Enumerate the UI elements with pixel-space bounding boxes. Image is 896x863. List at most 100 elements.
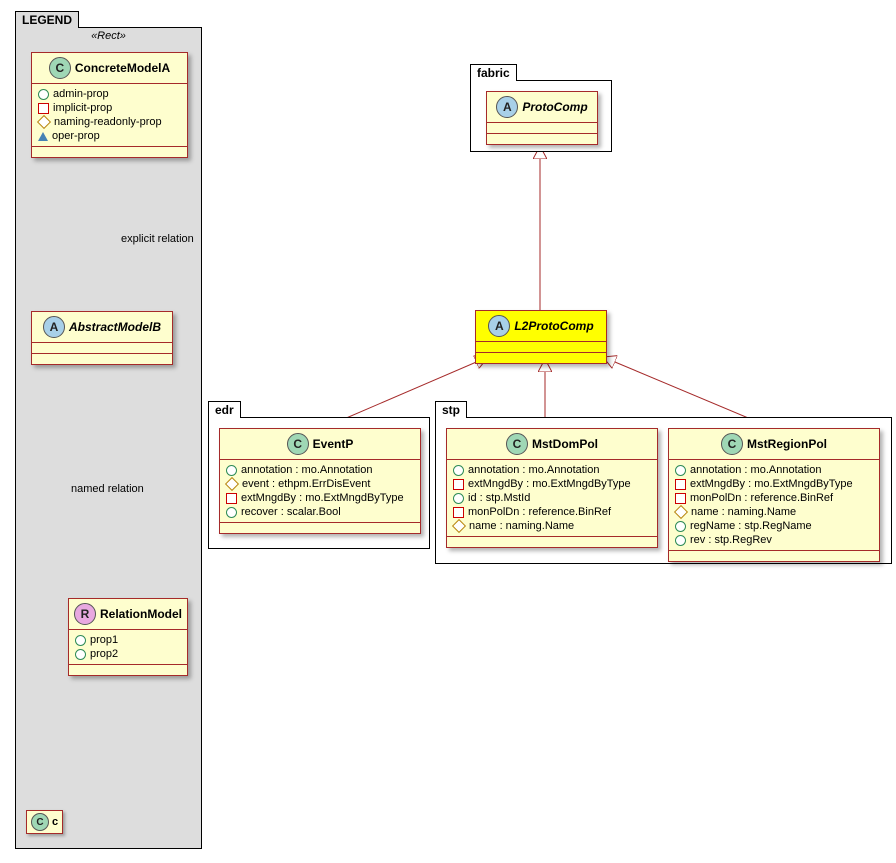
attr-text: annotation : mo.Annotation	[468, 464, 599, 476]
attr-text: prop1	[90, 634, 118, 646]
attrs-empty	[487, 123, 597, 134]
square-red-icon	[453, 507, 464, 518]
class-name: ProtoComp	[522, 100, 587, 114]
package-fabric: fabric A ProtoComp	[470, 80, 612, 152]
attr-text: id : stp.MstId	[468, 492, 530, 504]
circle-green-icon	[38, 89, 49, 100]
attr-row: extMngdBy : mo.ExtMngdByType	[226, 491, 414, 505]
class-badge-r-icon: R	[74, 603, 96, 625]
circle-green-icon	[675, 465, 686, 476]
uml-diagram: LEGEND «Rect» C ConcreteModelA admin-pro…	[10, 10, 886, 853]
package-edr-tab: edr	[208, 401, 241, 418]
attr-row: annotation : mo.Annotation	[675, 463, 873, 477]
circle-green-icon	[453, 465, 464, 476]
attr-list: annotation : mo.Annotation event : ethpm.…	[220, 460, 420, 523]
class-badge-c-icon: C	[287, 433, 309, 455]
package-fabric-tab: fabric	[470, 64, 517, 81]
circle-green-icon	[75, 649, 86, 660]
attr-row: oper-prop	[38, 129, 181, 143]
attr-row: id : stp.MstId	[453, 491, 651, 505]
class-name: MstDomPol	[532, 437, 598, 451]
attr-text: implicit-prop	[53, 102, 112, 114]
square-red-icon	[226, 493, 237, 504]
attr-row: monPolDn : reference.BinRef	[675, 491, 873, 505]
attr-row: prop1	[75, 633, 181, 647]
class-name: MstRegionPol	[747, 437, 827, 451]
diamond-gold-icon	[452, 519, 466, 533]
class-name: EventP	[313, 437, 354, 451]
attr-row: regName : stp.RegName	[675, 519, 873, 533]
ops-empty	[32, 354, 172, 364]
attr-list: annotation : mo.Annotation extMngdBy : mo…	[447, 460, 657, 537]
attr-text: admin-prop	[53, 88, 109, 100]
class-l2-proto-comp: A L2ProtoComp	[475, 310, 607, 364]
class-mst-region-pol: C MstRegionPol annotation : mo.Annotatio…	[668, 428, 880, 562]
attr-row: extMngdBy : mo.ExtMngdByType	[675, 477, 873, 491]
class-relation-model: R RelationModel prop1prop2	[68, 598, 188, 676]
square-red-icon	[453, 479, 464, 490]
attr-text: extMngdBy : mo.ExtMngdByType	[690, 478, 853, 490]
attr-text: name : naming.Name	[469, 520, 574, 532]
legend-stereotype: «Rect»	[16, 28, 201, 42]
relation-label-explicit: explicit relation	[121, 233, 194, 245]
circle-green-icon	[226, 507, 237, 518]
attrs-empty	[32, 343, 172, 354]
square-red-icon	[675, 479, 686, 490]
attr-list: admin-prop implicit-propnaming-readonly-p…	[32, 84, 187, 147]
class-badge-a-icon: A	[488, 315, 510, 337]
attr-row: naming-readonly-prop	[38, 115, 181, 129]
square-red-icon	[675, 493, 686, 504]
circle-green-icon	[75, 635, 86, 646]
triangle-blue-icon	[38, 132, 48, 141]
attr-text: prop2	[90, 648, 118, 660]
attr-row: recover : scalar.Bool	[226, 505, 414, 519]
class-concrete-model-a: C ConcreteModelA admin-propimplicit-prop…	[31, 52, 188, 158]
square-red-icon	[38, 103, 49, 114]
ops-empty	[69, 665, 187, 675]
class-badge-c-icon: C	[506, 433, 528, 455]
attr-list: prop1 prop2	[69, 630, 187, 665]
relation-label-named: named relation	[71, 483, 144, 495]
attr-text: event : ethpm.ErrDisEvent	[242, 478, 370, 490]
attr-row: implicit-prop	[38, 101, 181, 115]
class-event-p: C EventP annotation : mo.Annotation event…	[219, 428, 421, 534]
ops-empty	[487, 134, 597, 144]
attr-row: monPolDn : reference.BinRef	[453, 505, 651, 519]
class-badge-a-icon: A	[43, 316, 65, 338]
attr-row: name : naming.Name	[675, 505, 873, 519]
package-legend: LEGEND «Rect» C ConcreteModelA admin-pro…	[15, 27, 202, 849]
attr-text: monPolDn : reference.BinRef	[690, 492, 833, 504]
attr-text: annotation : mo.Annotation	[241, 464, 372, 476]
attr-text: extMngdBy : mo.ExtMngdByType	[468, 478, 631, 490]
ops-empty	[669, 551, 879, 561]
attr-text: extMngdBy : mo.ExtMngdByType	[241, 492, 404, 504]
attr-row: admin-prop	[38, 87, 181, 101]
package-edr: edr C EventP annotation : mo.Annotatione…	[208, 417, 430, 549]
diamond-gold-icon	[225, 477, 239, 491]
class-name: c	[52, 816, 58, 828]
attr-text: annotation : mo.Annotation	[690, 464, 821, 476]
diamond-gold-icon	[37, 115, 51, 129]
attr-text: rev : stp.RegRev	[690, 534, 772, 546]
diamond-gold-icon	[674, 505, 688, 519]
package-stp: stp C MstDomPol annotation : mo.Annotati…	[435, 417, 892, 564]
attr-row: prop2	[75, 647, 181, 661]
class-c: C c	[26, 810, 63, 834]
class-abstract-model-b: A AbstractModelB	[31, 311, 173, 365]
class-badge-a-icon: A	[496, 96, 518, 118]
attr-text: monPolDn : reference.BinRef	[468, 506, 611, 518]
class-badge-c-icon: C	[49, 57, 71, 79]
package-stp-tab: stp	[435, 401, 467, 418]
class-name: L2ProtoComp	[514, 319, 593, 333]
circle-green-icon	[675, 535, 686, 546]
attr-row: annotation : mo.Annotation	[453, 463, 651, 477]
ops-empty	[32, 147, 187, 157]
attr-list: annotation : mo.Annotation extMngdBy : mo…	[669, 460, 879, 551]
ops-empty	[476, 353, 606, 363]
circle-green-icon	[675, 521, 686, 532]
attr-text: name : naming.Name	[691, 506, 796, 518]
class-name: AbstractModelB	[69, 320, 161, 334]
attr-text: oper-prop	[52, 130, 100, 142]
circle-green-icon	[226, 465, 237, 476]
attr-text: recover : scalar.Bool	[241, 506, 341, 518]
